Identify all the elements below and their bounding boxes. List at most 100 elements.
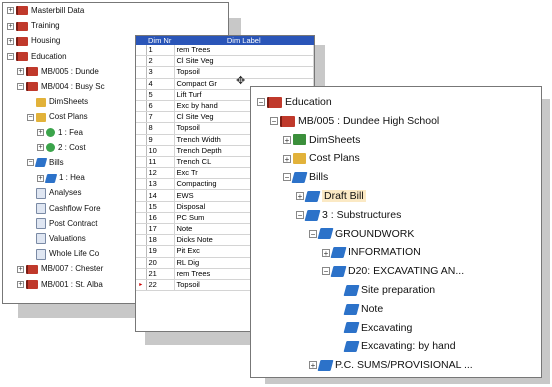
row-indicator[interactable] <box>136 178 147 191</box>
dim-label-header[interactable]: Dim Label <box>174 36 314 45</box>
tree-node[interactable]: − GROUNDWORK <box>309 225 414 243</box>
table-row[interactable]: 2 Cl Site Veg <box>136 55 314 68</box>
expand-icon[interactable]: + <box>7 7 14 15</box>
row-indicator[interactable] <box>136 122 147 135</box>
tree-node[interactable]: + Training <box>7 20 60 31</box>
dim-nr-cell[interactable]: 11 <box>146 156 175 169</box>
expand-icon[interactable]: + <box>322 248 330 257</box>
collapse-icon[interactable]: − <box>27 113 34 121</box>
tree-node[interactable]: Note <box>335 300 383 318</box>
collapse-icon[interactable]: − <box>322 267 330 276</box>
row-indicator[interactable] <box>136 134 147 146</box>
row-indicator[interactable] <box>136 212 147 225</box>
expand-icon[interactable]: + <box>283 135 291 144</box>
row-indicator[interactable] <box>136 156 147 169</box>
tree-node[interactable]: + Cost Plans <box>283 149 360 167</box>
collapse-icon[interactable]: − <box>283 173 291 182</box>
tree-node[interactable]: +1 : Hea <box>37 172 85 183</box>
row-indicator[interactable] <box>136 100 147 113</box>
tree-node[interactable]: Post Contract <box>27 218 97 230</box>
tree-node[interactable]: + Housing <box>7 35 60 46</box>
collapse-icon[interactable] <box>335 343 343 351</box>
row-indicator[interactable] <box>136 111 147 124</box>
tree-node[interactable]: − Education <box>257 93 332 111</box>
expand-icon[interactable]: + <box>296 192 304 201</box>
tree-node[interactable]: + INFORMATION <box>322 243 421 261</box>
row-indicator[interactable]: ▸ <box>136 279 147 292</box>
tree-node[interactable]: Site preparation <box>335 281 435 299</box>
row-indicator[interactable] <box>136 245 147 258</box>
tree-node[interactable]: + MB/005 : Dunde <box>17 66 99 77</box>
dim-nr-cell[interactable]: 12 <box>146 167 175 180</box>
dim-label-cell[interactable]: Cl Site Veg <box>174 55 314 68</box>
tree-node[interactable]: Excavating <box>335 319 412 337</box>
tree-node[interactable]: Excavating: by hand <box>335 337 456 355</box>
tree-node[interactable]: − D20: EXCAVATING AN... <box>322 262 464 280</box>
collapse-icon[interactable] <box>335 324 343 332</box>
tree-node[interactable]: + MB/007 : Chester <box>17 263 103 274</box>
tree-node[interactable]: Whole Life Co <box>27 248 99 260</box>
row-indicator[interactable] <box>136 66 147 79</box>
expand-icon[interactable]: + <box>17 280 24 288</box>
dim-label-cell[interactable]: rem Trees <box>174 45 314 57</box>
dim-nr-cell[interactable]: 10 <box>146 145 175 157</box>
dim-nr-cell[interactable]: 18 <box>146 234 175 247</box>
dim-nr-cell[interactable]: 17 <box>146 223 175 236</box>
collapse-icon[interactable]: − <box>17 83 24 91</box>
expand-icon[interactable]: + <box>37 174 44 182</box>
dim-nr-header[interactable]: Dim Nr <box>146 36 174 45</box>
dim-nr-cell[interactable]: 1 <box>146 45 175 57</box>
expand-icon[interactable]: + <box>37 144 44 152</box>
tree-node[interactable]: Analyses <box>27 187 81 199</box>
tree-node[interactable]: +2 : Cost <box>37 142 86 153</box>
dim-nr-cell[interactable]: 13 <box>146 178 175 191</box>
tree-node[interactable]: +1 : Fea <box>37 127 83 138</box>
row-indicator[interactable] <box>136 257 147 269</box>
collapse-icon[interactable] <box>27 251 34 258</box>
row-indicator[interactable] <box>136 145 147 157</box>
dim-nr-cell[interactable]: 7 <box>146 111 175 124</box>
collapse-icon[interactable] <box>335 305 343 313</box>
row-indicator[interactable] <box>136 167 147 180</box>
dim-nr-cell[interactable]: 9 <box>146 134 175 146</box>
collapse-icon[interactable]: − <box>309 229 317 238</box>
dim-nr-cell[interactable]: 4 <box>146 78 175 90</box>
expand-icon[interactable]: + <box>37 128 44 136</box>
tree-node[interactable]: − MB/005 : Dundee High School <box>270 112 439 130</box>
row-indicator[interactable] <box>136 45 147 57</box>
dim-nr-cell[interactable]: 8 <box>146 122 175 135</box>
expand-icon[interactable]: + <box>309 361 317 370</box>
collapse-icon[interactable]: − <box>7 52 14 60</box>
tree-node[interactable]: + Masterbill Data <box>7 5 84 16</box>
row-indicator[interactable] <box>136 234 147 247</box>
tree-node[interactable]: + P.C. SUMS/PROVISIONAL ... <box>309 356 473 374</box>
dim-nr-cell[interactable]: 16 <box>146 212 175 225</box>
tree-node[interactable]: DimSheets <box>27 96 88 107</box>
dim-nr-cell[interactable]: 19 <box>146 245 175 258</box>
expand-icon[interactable]: + <box>7 22 14 30</box>
row-indicator[interactable] <box>136 201 147 213</box>
dim-nr-cell[interactable]: 20 <box>146 257 175 269</box>
tree-node[interactable]: − Bills <box>283 168 328 186</box>
tree-node[interactable]: + MB/001 : St. Alba <box>17 279 103 290</box>
tree-node[interactable]: − MB/004 : Busy Sc <box>17 81 105 92</box>
row-indicator[interactable] <box>136 78 147 90</box>
collapse-icon[interactable] <box>27 205 34 212</box>
collapse-icon[interactable] <box>27 220 34 227</box>
row-indicator[interactable] <box>136 223 147 236</box>
row-indicator[interactable] <box>136 268 147 280</box>
expand-icon[interactable]: + <box>17 265 24 273</box>
expand-icon[interactable]: + <box>283 154 291 163</box>
dim-nr-cell[interactable]: 6 <box>146 100 175 113</box>
tree-node[interactable]: Valuations <box>27 233 86 245</box>
row-indicator[interactable] <box>136 189 147 202</box>
tree-node[interactable]: + Draft Bill <box>296 187 366 205</box>
row-indicator[interactable] <box>136 89 147 101</box>
dim-nr-cell[interactable]: 22 <box>146 279 175 292</box>
row-indicator[interactable] <box>136 55 147 68</box>
table-row[interactable]: 3 Topsoil <box>136 66 314 79</box>
tree-node[interactable]: − 3 : Substructures <box>296 206 401 224</box>
collapse-icon[interactable] <box>27 190 34 197</box>
tree-node[interactable]: Cashflow Fore <box>27 202 101 214</box>
dim-nr-cell[interactable]: 21 <box>146 268 175 280</box>
